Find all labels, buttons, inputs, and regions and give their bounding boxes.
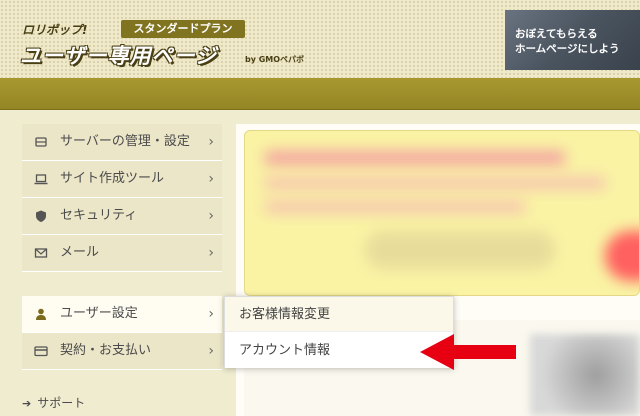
sidebar-item-user-settings[interactable]: ユーザー設定 › bbox=[22, 296, 222, 333]
mail-icon bbox=[34, 246, 48, 260]
chevron-right-icon: › bbox=[208, 134, 214, 150]
chevron-right-icon: › bbox=[208, 343, 214, 359]
credit-card-icon bbox=[34, 344, 48, 358]
blurred-photo bbox=[530, 334, 640, 416]
sidebar-item-label: 契約・お支払い bbox=[60, 343, 152, 358]
sidebar-item-security[interactable]: セキュリティ › bbox=[22, 198, 222, 235]
sidebar-item-server-settings[interactable]: サーバーの管理・設定 › bbox=[22, 124, 222, 161]
sidebar-item-mail[interactable]: メール › bbox=[22, 235, 222, 272]
blurred-button bbox=[365, 231, 555, 269]
chevron-right-icon: › bbox=[208, 171, 214, 187]
banner-line-2: ホームページにしよう bbox=[515, 43, 620, 55]
chevron-right-icon: › bbox=[208, 306, 214, 322]
by-gmo-pepabo: by GMOペパボ bbox=[245, 55, 305, 64]
sidebar-support-link[interactable]: ➔ サポート bbox=[22, 394, 85, 411]
sidebar-item-site-tools[interactable]: サイト作成ツール › bbox=[22, 161, 222, 198]
plan-badge: スタンダードプラン bbox=[121, 20, 245, 38]
arrow-right-icon: ➔ bbox=[22, 397, 32, 410]
laptop-icon bbox=[34, 172, 48, 186]
banner-line-1: おぼえてもらえる bbox=[515, 28, 598, 40]
blurred-text bbox=[265, 177, 605, 189]
notice-panel-blurred bbox=[244, 130, 640, 296]
brand-small: ロリポップ! bbox=[22, 23, 88, 37]
sidebar-item-label: サーバーの管理・設定 bbox=[60, 134, 190, 149]
header: ロリポップ! スタンダードプラン ユーザー専用ページ by GMOペパボ おぼえ… bbox=[0, 0, 640, 78]
sidebar-item-label: サイト作成ツール bbox=[60, 171, 165, 186]
red-pointer-arrow-icon bbox=[420, 334, 516, 370]
promo-banner[interactable]: おぼえてもらえる ホームページにしよう bbox=[505, 10, 640, 70]
submenu-item-account-info[interactable]: アカウント情報 bbox=[225, 333, 453, 368]
chevron-right-icon: › bbox=[208, 208, 214, 224]
blurred-badge bbox=[605, 231, 639, 281]
chevron-right-icon: › bbox=[208, 245, 214, 261]
sidebar-item-label: ユーザー設定 bbox=[60, 306, 138, 321]
server-icon bbox=[34, 135, 48, 149]
sidebar-item-label: セキュリティ bbox=[60, 208, 138, 223]
blurred-text bbox=[265, 151, 565, 165]
sidebar-item-contract-payment[interactable]: 契約・お支払い › bbox=[22, 333, 222, 370]
gold-nav-bar bbox=[0, 78, 640, 110]
brand-title[interactable]: ユーザー専用ページ bbox=[20, 40, 217, 70]
submenu-item-customer-info[interactable]: お客様情報変更 bbox=[225, 297, 453, 332]
user-icon bbox=[34, 307, 48, 321]
support-label: サポート bbox=[37, 396, 86, 410]
sidebar-item-label: メール bbox=[60, 245, 100, 260]
blurred-text bbox=[265, 201, 525, 213]
shield-icon bbox=[34, 209, 48, 223]
